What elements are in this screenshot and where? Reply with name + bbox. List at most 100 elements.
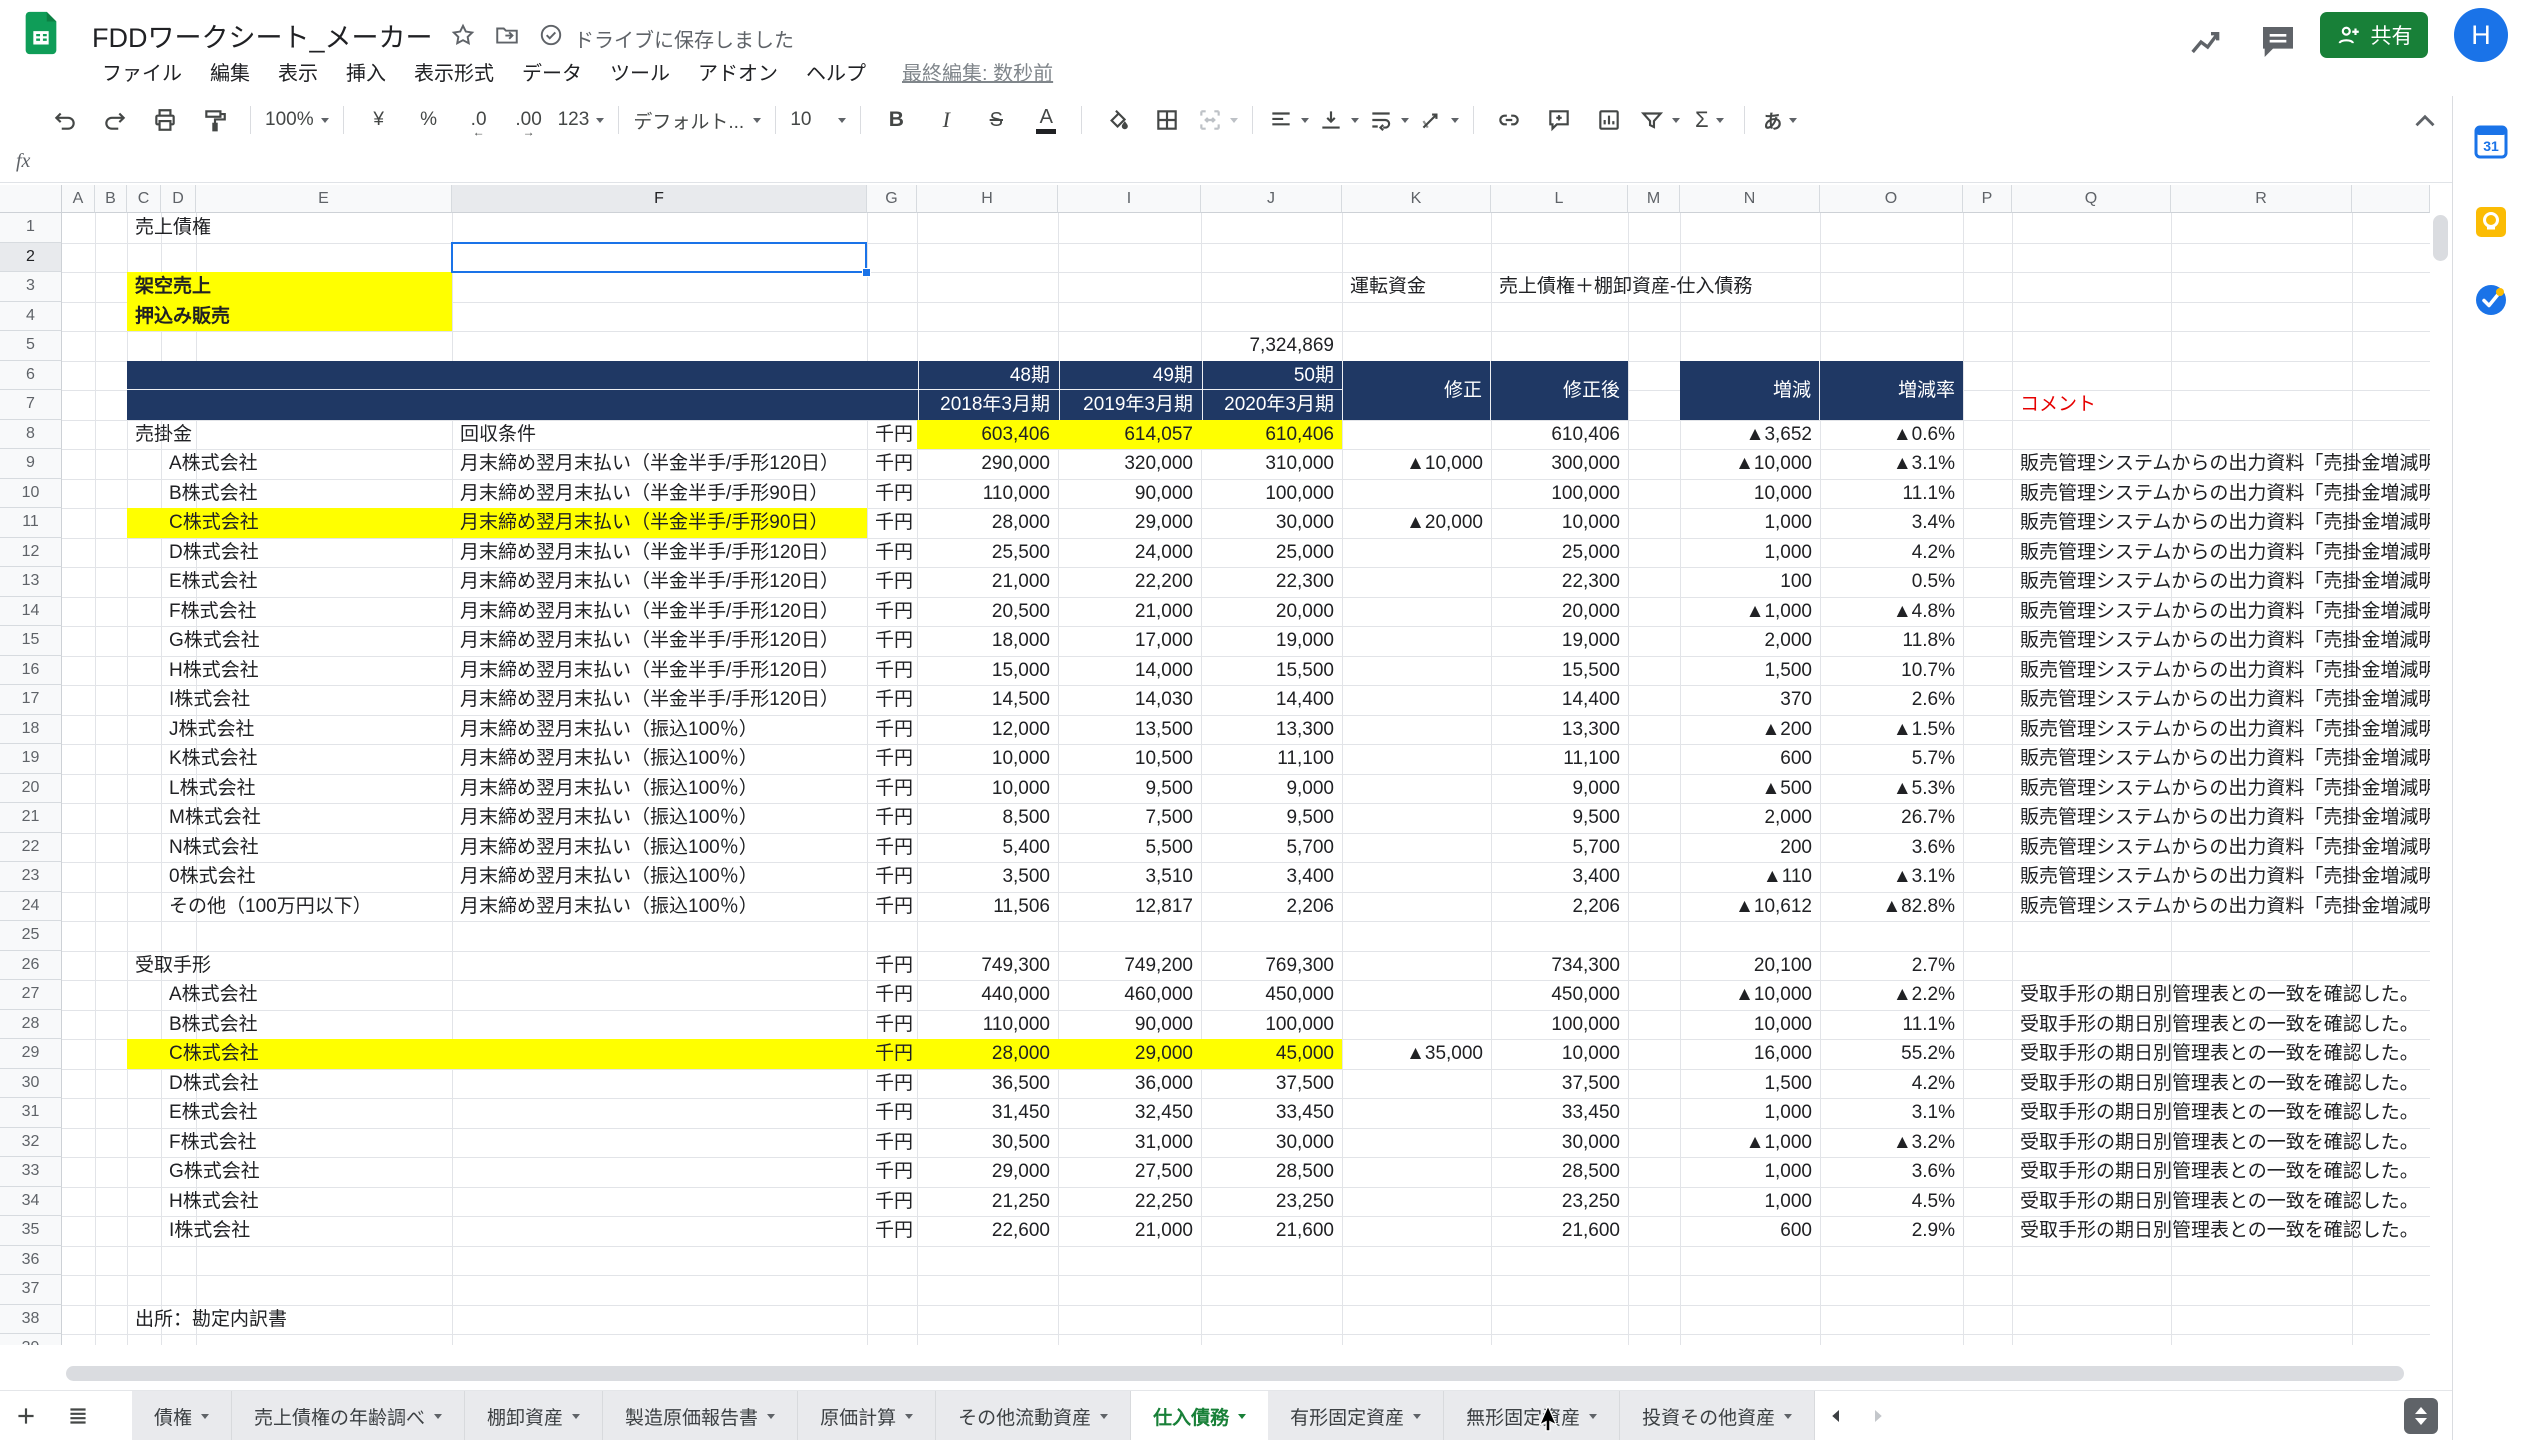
sheet-tab-売上債権の年齢調べ[interactable]: 売上債権の年齢調べ — [232, 1391, 465, 1440]
paint-format-button[interactable] — [190, 100, 240, 140]
row-header-36[interactable]: 36 — [0, 1246, 62, 1276]
sheet-tab-menu-icon[interactable] — [434, 1414, 442, 1419]
value-cell[interactable]: ▲10,612 — [1681, 892, 1820, 922]
value-cell[interactable]: 734,300 — [1492, 951, 1628, 981]
value-cell[interactable]: ▲3,652 — [1681, 420, 1820, 450]
row-header-23[interactable]: 23 — [0, 862, 62, 892]
column-header-I[interactable]: I — [1058, 185, 1201, 213]
comment-cell[interactable]: 販売管理システムからの出力資料「売掛金増減明細 — [2013, 715, 2430, 745]
company-name[interactable]: 0株式会社 — [162, 862, 256, 892]
italic-button[interactable]: I — [921, 100, 971, 140]
value-cell[interactable]: 22,250 — [1059, 1187, 1201, 1217]
value-cell[interactable]: 13,300 — [1202, 715, 1342, 745]
value-cell[interactable]: 3.6% — [1821, 1157, 1963, 1187]
period-fiscal-header[interactable]: 2018年3月期 — [918, 390, 1058, 420]
row-header-7[interactable]: 7 — [0, 390, 62, 420]
formula-bar[interactable]: fx — [0, 144, 2528, 183]
strikethrough-button[interactable]: S — [971, 100, 1021, 140]
column-header-N[interactable]: N — [1680, 185, 1820, 213]
column-header-M[interactable]: M — [1628, 185, 1680, 213]
row-header-35[interactable]: 35 — [0, 1216, 62, 1246]
value-cell[interactable]: 14,400 — [1492, 685, 1628, 715]
comment-cell[interactable]: 受取手形の期日別管理表との一致を確認した。 — [2013, 1187, 2419, 1217]
row-header-4[interactable]: 4 — [0, 302, 62, 332]
sheets-logo-icon[interactable] — [18, 10, 64, 56]
comment-cell[interactable]: 販売管理システムからの出力資料「売掛金増減明細 — [2013, 833, 2430, 863]
sheet-tab-債権[interactable]: 債権 — [132, 1391, 232, 1440]
collection-condition[interactable]: 月末締め翌月末払い（半金半手/手形90日） — [453, 508, 867, 538]
sheet-tab-menu-icon[interactable] — [767, 1414, 775, 1419]
value-cell[interactable]: 2,000 — [1681, 626, 1820, 656]
value-cell[interactable]: ▲3.1% — [1821, 449, 1963, 479]
row-header-20[interactable]: 20 — [0, 774, 62, 804]
unit-cell[interactable]: 千円 — [868, 980, 917, 1010]
value-cell[interactable]: 21,600 — [1202, 1216, 1342, 1246]
value-cell[interactable]: 5.7% — [1821, 744, 1963, 774]
collection-condition[interactable]: 月末締め翌月末払い（半金半手/手形120日） — [453, 538, 867, 568]
value-cell[interactable]: ▲10,000 — [1681, 449, 1820, 479]
value-cell[interactable]: 13,500 — [1059, 715, 1201, 745]
company-name[interactable]: C株式会社 — [162, 1039, 259, 1069]
value-cell[interactable]: 749,300 — [918, 951, 1058, 981]
collection-condition[interactable]: 月末締め翌月末払い（振込100％） — [453, 862, 867, 892]
value-cell[interactable]: 10,000 — [918, 774, 1058, 804]
value-cell[interactable]: 21,000 — [1059, 597, 1201, 627]
unit-cell[interactable]: 千円 — [868, 538, 917, 568]
value-cell[interactable]: ▲1,000 — [1681, 1128, 1820, 1158]
value-cell[interactable]: 20,500 — [918, 597, 1058, 627]
sheet-tab-menu-icon[interactable] — [1784, 1414, 1792, 1419]
document-title[interactable]: FDDワークシート_メーカー — [92, 16, 433, 55]
comment-cell[interactable]: 販売管理システムからの出力資料「売掛金増減明細 — [2013, 479, 2430, 509]
row-header-17[interactable]: 17 — [0, 685, 62, 715]
value-cell[interactable]: 10,000 — [1492, 1039, 1628, 1069]
value-cell[interactable]: 110,000 — [918, 1010, 1058, 1040]
row-header-15[interactable]: 15 — [0, 626, 62, 656]
company-name[interactable]: I株式会社 — [162, 1216, 250, 1246]
unit-cell[interactable]: 千円 — [868, 833, 917, 863]
period-fiscal-header[interactable]: 2019年3月期 — [1059, 390, 1201, 420]
value-cell[interactable]: 90,000 — [1059, 1010, 1201, 1040]
value-cell[interactable]: 21,250 — [918, 1187, 1058, 1217]
value-cell[interactable]: 1,000 — [1681, 1157, 1820, 1187]
value-cell[interactable]: 10,000 — [1492, 508, 1628, 538]
menu-item-5[interactable]: データ — [508, 54, 596, 89]
value-cell[interactable]: 603,406 — [918, 420, 1058, 450]
value-cell[interactable]: 28,500 — [1202, 1157, 1342, 1187]
grid-corner[interactable] — [0, 185, 62, 213]
value-cell[interactable]: 19,000 — [1492, 626, 1628, 656]
vertical-align-button[interactable] — [1313, 100, 1363, 140]
value-cell[interactable]: ▲1,000 — [1681, 597, 1820, 627]
value-cell[interactable]: 28,500 — [1492, 1157, 1628, 1187]
sheet-tab-menu-icon[interactable] — [905, 1414, 913, 1419]
column-label-header[interactable]: 増減 — [1681, 361, 1820, 420]
comment-cell[interactable]: 販売管理システムからの出力資料「売掛金増減明細 — [2013, 803, 2430, 833]
collection-condition[interactable]: 月末締め翌月末払い（振込100％） — [453, 774, 867, 804]
sheet-tab-menu-icon[interactable] — [201, 1414, 209, 1419]
sheet-tab-無形固定資産[interactable]: 無形固定資産 — [1444, 1391, 1620, 1440]
value-cell[interactable]: 55.2% — [1821, 1039, 1963, 1069]
comment-cell[interactable]: 販売管理システムからの出力資料「売掛金増減明細 — [2013, 538, 2430, 568]
print-button[interactable] — [140, 100, 190, 140]
row-header-32[interactable]: 32 — [0, 1128, 62, 1158]
account-title[interactable]: 受取手形 — [128, 951, 211, 981]
value-cell[interactable]: 2.6% — [1821, 685, 1963, 715]
period-term-header[interactable]: 49期 — [1059, 361, 1201, 391]
value-cell[interactable]: 30,500 — [918, 1128, 1058, 1158]
value-cell[interactable]: 1,000 — [1681, 538, 1820, 568]
value-cell[interactable]: 31,000 — [1059, 1128, 1201, 1158]
value-cell[interactable]: 300,000 — [1492, 449, 1628, 479]
value-cell[interactable]: 1,000 — [1681, 1098, 1820, 1128]
company-name[interactable]: B株式会社 — [162, 1010, 258, 1040]
column-label-header[interactable]: 修正 — [1343, 361, 1491, 420]
tasks-icon[interactable] — [2473, 282, 2509, 318]
value-cell[interactable]: 290,000 — [918, 449, 1058, 479]
company-name[interactable]: F株式会社 — [162, 1128, 257, 1158]
collection-condition[interactable]: 月末締め翌月末払い（半金半手/手形120日） — [453, 567, 867, 597]
value-cell[interactable]: 29,000 — [918, 1157, 1058, 1187]
value-cell[interactable]: ▲500 — [1681, 774, 1820, 804]
value-cell[interactable]: 3,400 — [1492, 862, 1628, 892]
value-cell[interactable]: 460,000 — [1059, 980, 1201, 1010]
comment-cell[interactable]: 受取手形の期日別管理表との一致を確認した。 — [2013, 1039, 2419, 1069]
star-icon[interactable] — [450, 22, 476, 48]
value-cell[interactable]: 33,450 — [1202, 1098, 1342, 1128]
